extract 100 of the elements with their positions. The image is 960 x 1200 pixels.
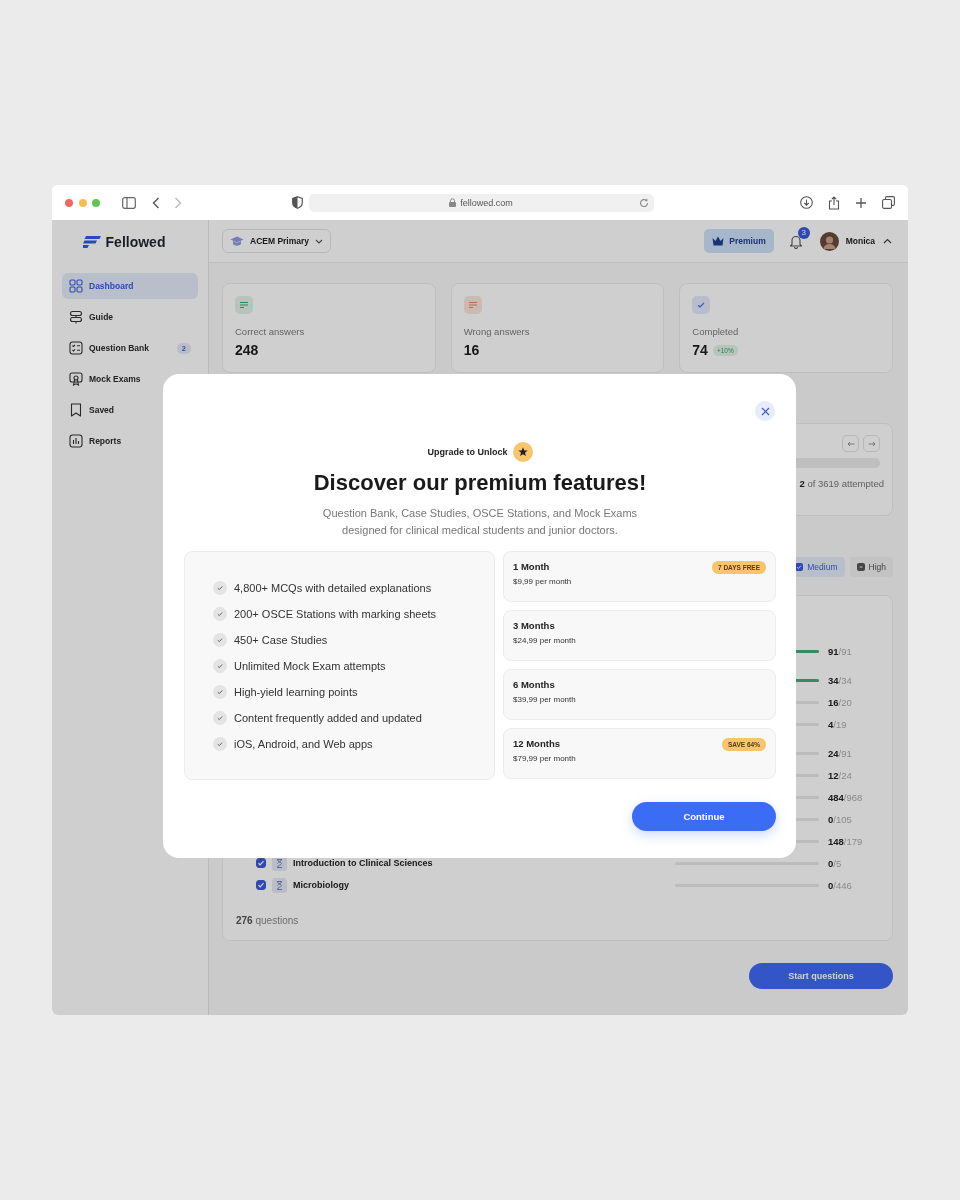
answered-count: 12 xyxy=(828,769,839,781)
share-icon[interactable] xyxy=(828,195,840,210)
feature-text: 450+ Case Studies xyxy=(234,634,328,646)
bookmark-icon xyxy=(69,403,83,417)
notification-bell-icon[interactable] xyxy=(788,233,803,249)
new-tab-icon[interactable] xyxy=(855,196,867,209)
continue-button[interactable]: Continue xyxy=(632,802,776,831)
answered-count: 0 xyxy=(828,857,834,869)
total-count: /5 xyxy=(833,857,842,869)
certificate-icon xyxy=(69,372,83,386)
plan-price: $9,99 per month xyxy=(513,577,572,586)
graduation-cap-icon xyxy=(230,235,244,247)
logo-text: Fellowed xyxy=(105,233,166,250)
signpost-icon xyxy=(69,310,83,324)
subject-name: Microbiology xyxy=(293,880,349,890)
total-count: /19 xyxy=(833,718,847,730)
sidebar-item[interactable]: Saved xyxy=(62,397,198,423)
bar-chart-icon xyxy=(69,434,83,448)
total-count: /968 xyxy=(843,791,863,803)
answered-count: 148 xyxy=(828,835,844,847)
plan-price: $79,99 per month xyxy=(513,754,576,763)
stat-label: Wrong answers xyxy=(463,326,531,337)
list-icon xyxy=(463,296,482,314)
address-bar[interactable]: fellowed.com xyxy=(308,193,654,212)
download-icon[interactable] xyxy=(800,196,813,209)
reload-icon[interactable] xyxy=(638,197,649,208)
lock-icon xyxy=(449,198,457,207)
answered-count: 34 xyxy=(828,674,839,686)
answered-count: 0 xyxy=(828,813,834,825)
feature-text: 200+ OSCE Stations with marking sheets xyxy=(234,608,437,620)
close-window-button[interactable] xyxy=(65,198,73,207)
check-icon xyxy=(213,633,227,647)
answered-count: 24 xyxy=(828,747,839,759)
plan-name: 1 Month xyxy=(513,561,551,572)
checkbox-icon xyxy=(856,563,865,571)
course-dropdown[interactable]: ACEM Primary xyxy=(222,229,332,253)
feature-text: iOS, Android, and Web apps xyxy=(234,738,373,750)
plan-price: $39,99 per month xyxy=(513,695,576,704)
chevron-down-icon xyxy=(315,238,324,244)
total-count: /24 xyxy=(838,769,852,781)
check-icon xyxy=(213,659,227,673)
answered-count: 91 xyxy=(828,645,839,657)
plan-name: 3 Months xyxy=(513,620,556,631)
feature-text: Unlimited Mock Exam attempts xyxy=(234,660,386,672)
checkmark-icon xyxy=(692,296,711,314)
checkbox[interactable] xyxy=(256,880,266,890)
shield-icon[interactable] xyxy=(291,196,303,209)
arrow-left-icon xyxy=(846,440,855,447)
plan-name: 12 Months xyxy=(513,738,561,749)
difficulty-filter[interactable]: High xyxy=(849,557,893,577)
avatar-icon[interactable] xyxy=(819,231,839,251)
subject-name: Introduction to Clinical Sciences xyxy=(293,858,433,868)
arrow-right-icon xyxy=(867,440,876,447)
checklist-icon xyxy=(69,341,83,355)
total-count: /34 xyxy=(838,674,852,686)
attempted-text: 2 of 3619 attempted xyxy=(799,478,884,489)
close-icon xyxy=(760,406,770,416)
check-icon xyxy=(213,711,227,725)
feature-text: 4,800+ MCQs with detailed explanations xyxy=(234,582,432,594)
plan-price: $24,99 per month xyxy=(513,636,576,645)
logo-icon xyxy=(82,235,101,248)
list-icon xyxy=(235,296,253,314)
check-icon xyxy=(213,737,227,751)
crown-icon xyxy=(712,236,725,246)
dialog-subtitle: Question Bank, Case Studies, OSCE Stations, and Mock Exams designed for clinical medical students and junior doctors. xyxy=(321,506,639,538)
feature-text: High-yield learning points xyxy=(234,686,358,698)
stat-value: 74 xyxy=(692,342,708,358)
total-count: /91 xyxy=(838,747,852,759)
answered-count: 16 xyxy=(828,696,839,708)
total-count: /446 xyxy=(833,879,852,891)
close-button[interactable] xyxy=(755,401,775,421)
notification-badge: 3 xyxy=(797,226,810,239)
tabs-overview-icon[interactable] xyxy=(882,196,895,209)
sidebar-item[interactable]: Reports xyxy=(62,428,198,454)
hourglass-icon xyxy=(272,877,287,893)
start-questions-button[interactable]: Start questions xyxy=(749,963,893,989)
plan-option[interactable]: 3 Months $24,99 per month xyxy=(503,610,776,661)
grid-icon xyxy=(69,279,83,293)
sidebar-item[interactable]: Dashboard xyxy=(62,273,198,299)
total-count: /105 xyxy=(833,813,852,825)
answered-count: 0 xyxy=(828,879,834,891)
user-name: Monica xyxy=(845,236,875,246)
chevron-up-icon[interactable] xyxy=(883,238,892,244)
stat-value: 16 xyxy=(463,342,480,358)
sidebar-toggle-icon[interactable] xyxy=(121,196,136,209)
sidebar-item[interactable]: Guide xyxy=(62,304,198,330)
premium-button[interactable]: Premium xyxy=(704,229,774,253)
sidebar-item[interactable]: Mock Exams xyxy=(62,366,198,392)
plan-name: 6 Months xyxy=(513,679,556,690)
dialog-title: Discover our premium features! xyxy=(313,470,647,496)
stat-label: Completed xyxy=(692,326,740,337)
stat-value: 248 xyxy=(235,342,259,358)
check-icon xyxy=(213,685,227,699)
total-count: /91 xyxy=(838,645,852,657)
total-count: /179 xyxy=(843,835,863,847)
stat-label: Correct answers xyxy=(235,326,306,337)
eyebrow-text: Upgrade to Unlock xyxy=(427,447,508,457)
back-icon[interactable] xyxy=(151,196,160,209)
total-count: /20 xyxy=(838,696,852,708)
plan-option[interactable]: 6 Months $39,99 per month xyxy=(503,669,776,720)
